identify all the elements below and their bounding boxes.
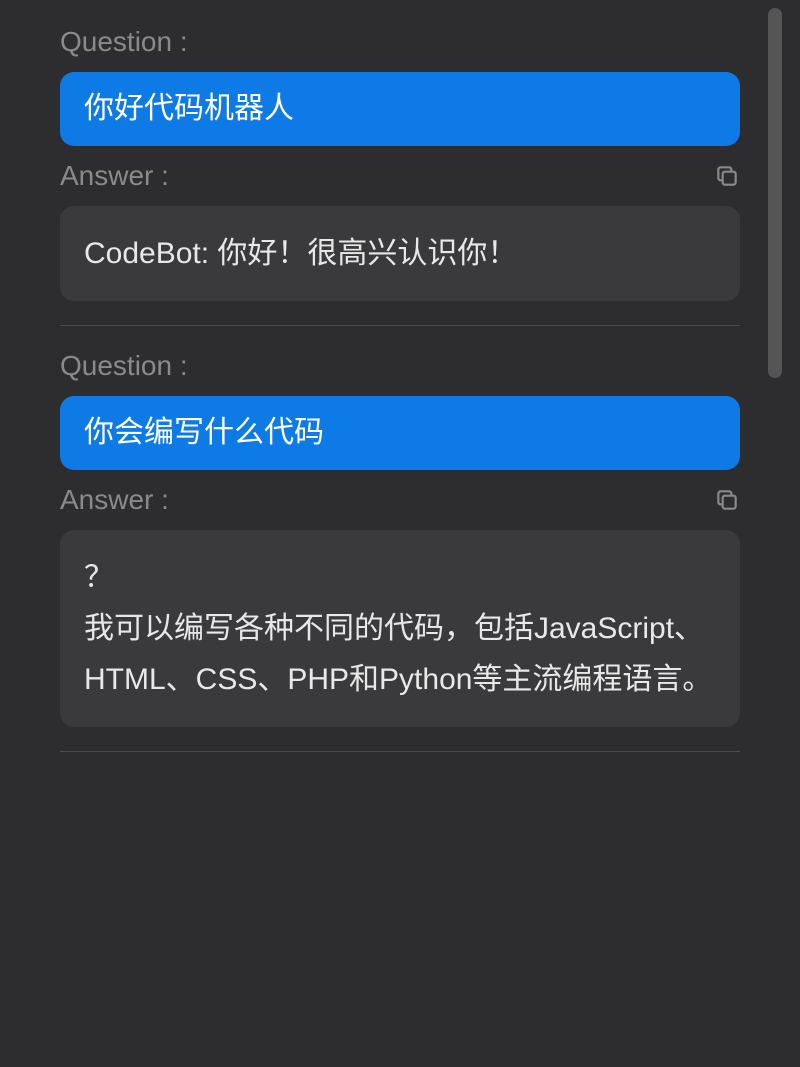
copy-icon[interactable] (714, 487, 740, 513)
answer-label-row: Answer : (60, 484, 770, 516)
answer-label: Answer : (60, 160, 169, 192)
divider (60, 325, 740, 326)
answer-label-row: Answer : (60, 160, 770, 192)
scrollbar[interactable] (768, 8, 782, 378)
question-label: Question : (60, 26, 770, 58)
question-bubble: 你会编写什么代码 (60, 396, 740, 470)
chat-panel: Question : 你好代码机器人 Answer : CodeBot: 你好！… (0, 0, 800, 1067)
qa-block: Question : 你会编写什么代码 Answer : ？我可以编写各种不同的… (60, 350, 770, 727)
answer-bubble: ？我可以编写各种不同的代码，包括JavaScript、HTML、CSS、PHP和… (60, 530, 740, 727)
copy-icon[interactable] (714, 163, 740, 189)
qa-block: Question : 你好代码机器人 Answer : CodeBot: 你好！… (60, 26, 770, 301)
question-label: Question : (60, 350, 770, 382)
answer-bubble: CodeBot: 你好！很高兴认识你！ (60, 206, 740, 301)
answer-label: Answer : (60, 484, 169, 516)
question-bubble: 你好代码机器人 (60, 72, 740, 146)
divider (60, 751, 740, 752)
